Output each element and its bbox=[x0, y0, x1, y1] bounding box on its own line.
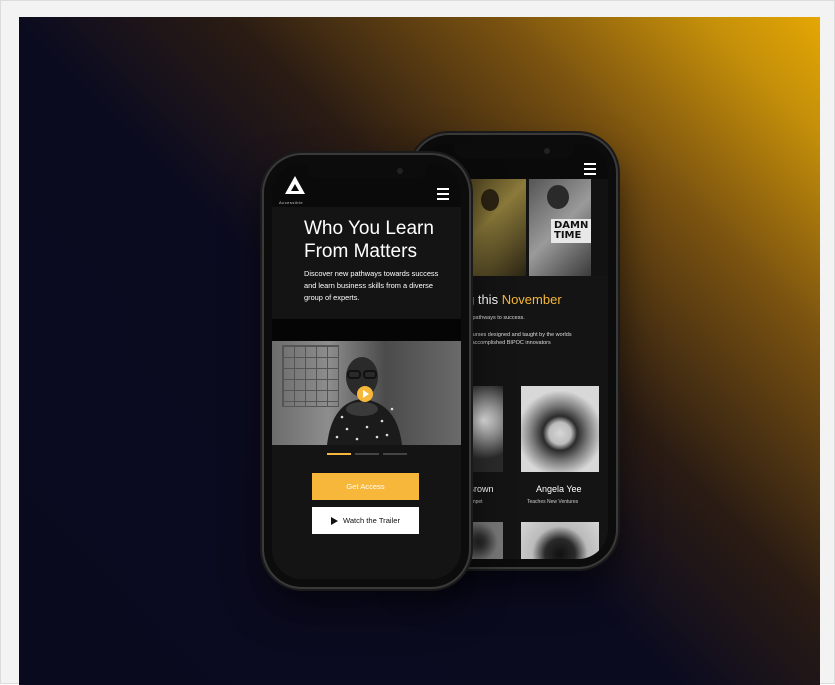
shirt-text: DAMN TIME bbox=[551, 219, 591, 243]
instructor-portrait bbox=[327, 357, 402, 445]
get-access-button[interactable]: Get Access bbox=[312, 473, 419, 500]
carousel-indicators bbox=[327, 453, 407, 455]
phone-front: Accessible Who You Learn From Matters Di… bbox=[264, 155, 469, 587]
hero-photo: DAMN TIME bbox=[529, 179, 591, 276]
instructor-name: Brown bbox=[468, 484, 494, 494]
section-line: courses designed and taught by the world… bbox=[467, 332, 572, 338]
section-line: w pathways to success. bbox=[467, 315, 525, 321]
instructor-subtitle: Teaches New Ventures bbox=[527, 499, 579, 505]
video-thumbnail[interactable] bbox=[272, 341, 461, 445]
front-screen: Accessible Who You Learn From Matters Di… bbox=[272, 163, 461, 579]
hamburger-menu-icon[interactable] bbox=[437, 188, 449, 200]
play-icon[interactable] bbox=[357, 386, 373, 402]
section-title: g this November bbox=[467, 292, 562, 307]
gradient-backdrop: DAMN TIME g this November w pathways to … bbox=[19, 17, 820, 685]
notch bbox=[453, 143, 574, 159]
instructor-photo[interactable] bbox=[521, 522, 599, 559]
carousel-dot[interactable] bbox=[327, 453, 351, 455]
presentation-frame: DAMN TIME g this November w pathways to … bbox=[0, 0, 835, 685]
carousel-dot[interactable] bbox=[355, 453, 379, 455]
instructor-photo[interactable] bbox=[463, 522, 503, 559]
logo-text: Accessible bbox=[279, 200, 304, 205]
instructor-name: Angela Yee bbox=[536, 484, 582, 494]
hamburger-menu-icon[interactable] bbox=[584, 163, 596, 175]
watch-trailer-button[interactable]: Watch the Trailer bbox=[312, 507, 419, 534]
carousel-dot[interactable] bbox=[383, 453, 407, 455]
hero-section: Who You Learn From Matters Discover new … bbox=[272, 207, 461, 319]
triangle-logo[interactable] bbox=[284, 175, 306, 197]
headline: Who You Learn From Matters bbox=[304, 218, 434, 262]
get-access-label: Get Access bbox=[346, 482, 385, 491]
title-highlight: November bbox=[501, 292, 562, 307]
play-icon bbox=[330, 516, 338, 525]
instructor-subtitle: rumpet bbox=[467, 499, 483, 505]
instructor-photo[interactable] bbox=[463, 386, 503, 472]
notch bbox=[306, 163, 427, 179]
hero-description: Discover new pathways towards success an… bbox=[304, 269, 439, 302]
divider-band bbox=[272, 319, 461, 341]
instructor-photo[interactable] bbox=[521, 386, 599, 472]
section-line: d accomplished BIPOC innovators bbox=[467, 340, 551, 346]
watch-trailer-label: Watch the Trailer bbox=[342, 516, 401, 525]
cta-section: Get Access Watch the Trailer bbox=[272, 445, 461, 579]
